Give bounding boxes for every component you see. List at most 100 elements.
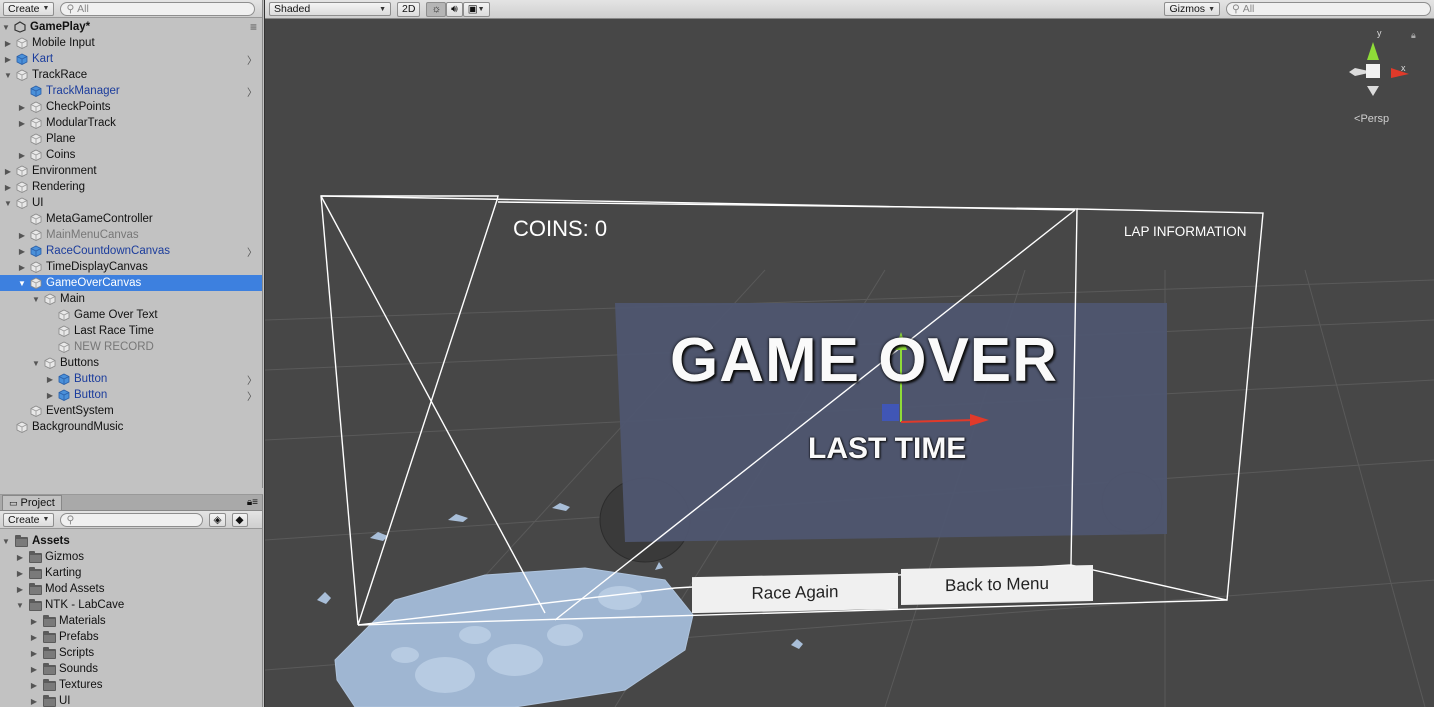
fold-arrow-icon[interactable]: ▼ <box>1 23 11 32</box>
project-folder-item[interactable]: ▶ Mod Assets <box>0 581 262 597</box>
fold-arrow-icon[interactable]: ▶ <box>15 585 25 594</box>
persp-text: Persp <box>1360 113 1390 125</box>
fold-arrow-icon[interactable]: ▶ <box>3 167 13 176</box>
fold-arrow-icon[interactable]: ▶ <box>29 665 39 674</box>
project-folder-item[interactable]: ▶ Textures <box>0 677 262 693</box>
gizmos-dropdown[interactable]: Gizmos ▼ <box>1164 2 1220 16</box>
filter-label-icon[interactable]: ◆ <box>231 512 248 527</box>
fold-arrow-icon[interactable]: ▶ <box>3 183 13 192</box>
folder-label: Materials <box>59 615 106 627</box>
project-folder-item[interactable]: ▶ UI <box>0 693 262 707</box>
fold-arrow-icon[interactable]: ▶ <box>15 553 25 562</box>
fold-arrow-icon[interactable]: ▼ <box>15 601 25 610</box>
project-search-input[interactable]: ⚲ <box>60 512 204 527</box>
assets-root-row[interactable]: ▼ Assets <box>0 533 262 549</box>
hierarchy-item[interactable]: ▼ UI <box>0 195 262 211</box>
persp-label[interactable]: <Persp <box>1354 113 1389 125</box>
project-folder-item[interactable]: ▼ NTK - LabCave <box>0 597 262 613</box>
fold-arrow-icon[interactable]: ▶ <box>29 681 39 690</box>
chevron-right-icon[interactable]: 〉 <box>247 388 257 403</box>
fold-arrow-icon[interactable]: ▶ <box>17 119 27 128</box>
chevron-right-icon[interactable]: 〉 <box>247 244 257 259</box>
fold-arrow-icon[interactable]: ▼ <box>31 359 41 368</box>
fold-arrow-icon[interactable]: ▼ <box>31 295 41 304</box>
hierarchy-item[interactable]: ▶ MainMenuCanvas <box>0 227 262 243</box>
hierarchy-item[interactable]: Plane <box>0 131 262 147</box>
fold-arrow-icon[interactable]: ▶ <box>29 617 39 626</box>
gameobject-icon <box>30 149 42 161</box>
lighting-toggle-icon[interactable]: ☼ <box>426 1 447 17</box>
fold-arrow-icon[interactable]: ▶ <box>29 633 39 642</box>
hierarchy-item[interactable]: ▼ Main <box>0 291 262 307</box>
fold-arrow-icon[interactable]: ▶ <box>29 697 39 706</box>
fold-arrow-icon[interactable]: ▼ <box>17 279 27 288</box>
project-folder-item[interactable]: ▶ Scripts <box>0 645 262 661</box>
tab-project[interactable]: ▭ Project <box>2 495 62 510</box>
hierarchy-item[interactable]: ▼ GameOverCanvas <box>0 275 262 291</box>
hierarchy-item[interactable]: ▶ TimeDisplayCanvas <box>0 259 262 275</box>
fold-arrow-icon[interactable]: ▶ <box>3 39 13 48</box>
hierarchy-item[interactable]: MetaGameController <box>0 211 262 227</box>
fold-arrow-icon[interactable]: ▶ <box>45 391 55 400</box>
folder-label: Sounds <box>59 663 99 675</box>
hierarchy-item[interactable]: ▶ Environment <box>0 163 262 179</box>
hierarchy-item[interactable]: ▼ Buttons <box>0 355 262 371</box>
draw-mode-dropdown[interactable]: Shaded ▼ <box>269 2 391 16</box>
hierarchy-item[interactable]: ▶ RaceCountdownCanvas 〉 <box>0 243 262 259</box>
filter-type-icon[interactable]: ◈ <box>209 512 226 527</box>
fold-arrow-icon[interactable]: ▼ <box>3 71 13 80</box>
hierarchy-search-input[interactable]: ⚲ All <box>60 1 256 16</box>
gameobject-icon <box>58 309 70 321</box>
hierarchy-item[interactable]: ▶ Mobile Input <box>0 35 262 51</box>
project-create-dropdown[interactable]: Create ▼ <box>3 512 55 527</box>
hierarchy-item[interactable]: ▶ Button 〉 <box>0 387 262 403</box>
project-folder-item[interactable]: ▶ Prefabs <box>0 629 262 645</box>
chevron-right-icon[interactable]: 〉 <box>247 372 257 387</box>
hierarchy-item[interactable]: TrackManager 〉 <box>0 83 262 99</box>
hierarchy-item[interactable]: ▶ CheckPoints <box>0 99 262 115</box>
fold-arrow-icon[interactable]: ▶ <box>17 263 27 272</box>
lock-icon[interactable]: 🔒︎≡ <box>247 497 258 508</box>
hierarchy-item[interactable]: ▶ Kart 〉 <box>0 51 262 67</box>
fold-arrow-icon[interactable]: ▼ <box>3 199 13 208</box>
hierarchy-item[interactable]: Last Race Time <box>0 323 262 339</box>
gizmo-lock-icon[interactable]: 🔒︎ <box>1411 30 1416 41</box>
scene-viewport[interactable]: y x 🔒︎ <Persp COINS: 0 LAP INFORMATION G… <box>265 20 1434 707</box>
hierarchy-menu-icon[interactable]: ≡ <box>250 20 257 34</box>
audio-toggle-icon[interactable]: 🔊︎ <box>446 1 463 17</box>
scene-root-row[interactable]: ▼ GamePlay* ≡ <box>0 19 262 35</box>
hierarchy-item[interactable]: Game Over Text <box>0 307 262 323</box>
project-folder-item[interactable]: ▶ Gizmos <box>0 549 262 565</box>
fold-arrow-icon[interactable]: ▶ <box>17 247 27 256</box>
hierarchy-item[interactable]: BackgroundMusic <box>0 419 262 435</box>
hierarchy-item-label: TimeDisplayCanvas <box>46 261 148 273</box>
project-folder-item[interactable]: ▶ Sounds <box>0 661 262 677</box>
scene-search-input[interactable]: ⚲ All <box>1226 2 1431 16</box>
orientation-gizmo[interactable] <box>1349 42 1409 96</box>
fold-arrow-icon[interactable]: ▶ <box>15 569 25 578</box>
folder-icon <box>15 535 28 547</box>
fold-arrow-icon[interactable]: ▶ <box>17 103 27 112</box>
hierarchy-item[interactable]: ▶ Button 〉 <box>0 371 262 387</box>
project-folder-item[interactable]: ▶ Karting <box>0 565 262 581</box>
hierarchy-item[interactable]: ▶ Rendering <box>0 179 262 195</box>
effects-toggle-icon[interactable]: ▣ ▼ <box>462 1 490 17</box>
back-to-menu-button[interactable]: Back to Menu <box>901 564 1093 606</box>
fold-arrow-icon[interactable]: ▶ <box>17 231 27 240</box>
fold-arrow-icon[interactable]: ▶ <box>29 649 39 658</box>
race-again-button[interactable]: Race Again <box>692 572 898 614</box>
hierarchy-item[interactable]: NEW RECORD <box>0 339 262 355</box>
project-folder-item[interactable]: ▶ Materials <box>0 613 262 629</box>
chevron-right-icon[interactable]: 〉 <box>247 52 257 67</box>
fold-arrow-icon[interactable]: ▼ <box>1 537 11 546</box>
hierarchy-item[interactable]: ▼ TrackRace <box>0 67 262 83</box>
fold-arrow-icon[interactable]: ▶ <box>17 151 27 160</box>
mode-2d-button[interactable]: 2D <box>397 1 421 17</box>
fold-arrow-icon[interactable]: ▶ <box>45 375 55 384</box>
hierarchy-item[interactable]: ▶ ModularTrack <box>0 115 262 131</box>
hierarchy-item[interactable]: ▶ Coins <box>0 147 262 163</box>
fold-arrow-icon[interactable]: ▶ <box>3 55 13 64</box>
chevron-right-icon[interactable]: 〉 <box>247 84 257 99</box>
hierarchy-item[interactable]: EventSystem <box>0 403 262 419</box>
hierarchy-create-dropdown[interactable]: Create ▼ <box>3 1 55 16</box>
